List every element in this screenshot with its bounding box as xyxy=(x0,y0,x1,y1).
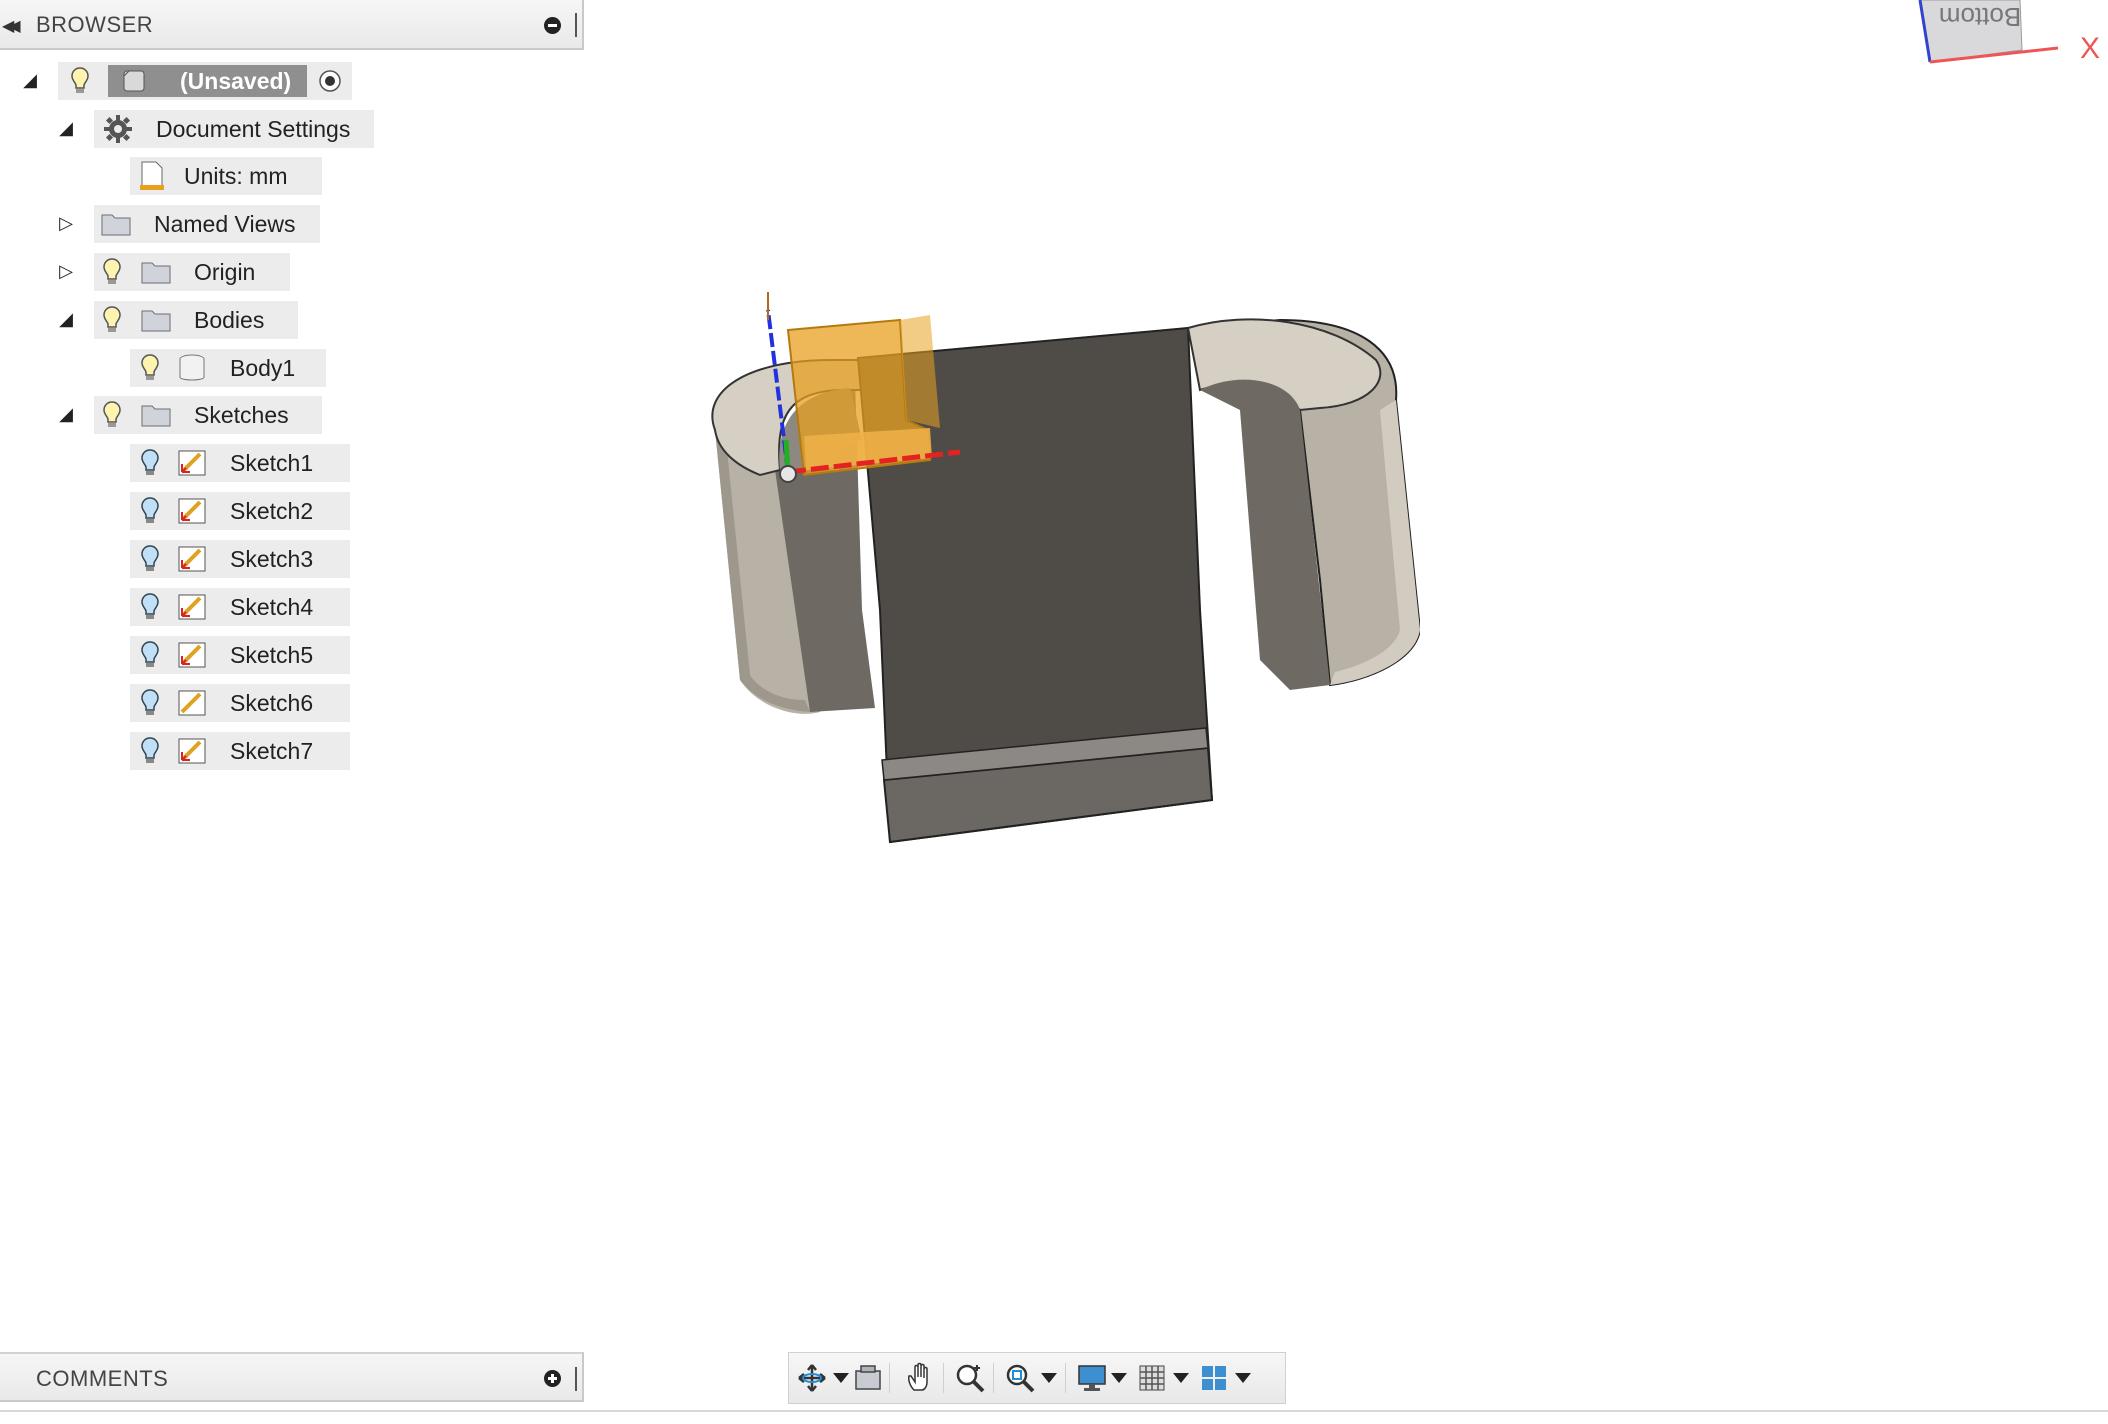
visibility-bulb-blue-icon[interactable] xyxy=(136,590,164,624)
tree-item-sketch[interactable]: Sketch1 xyxy=(130,444,350,482)
visibility-bulb-blue-icon[interactable] xyxy=(136,494,164,528)
tree-item-sketches[interactable]: Sketches xyxy=(94,396,322,434)
visibility-bulb-icon[interactable] xyxy=(66,64,94,98)
display-dropdown-caret[interactable] xyxy=(1111,1373,1127,1383)
visibility-bulb-icon[interactable] xyxy=(136,351,164,385)
visibility-bulb-icon[interactable] xyxy=(98,303,126,337)
tree-item-origin[interactable]: Origin xyxy=(94,253,290,291)
tree-item-document-settings[interactable]: Document Settings xyxy=(94,110,374,148)
tree-item-sketch[interactable]: Sketch2 xyxy=(130,492,350,530)
tree-item-label: Sketch6 xyxy=(230,689,314,716)
sketch-icon xyxy=(174,686,210,720)
root-name-block[interactable]: (Unsaved) xyxy=(108,64,308,98)
expand-toggle-document-settings[interactable]: ◢ xyxy=(56,118,76,138)
orbit-icon[interactable] xyxy=(795,1361,829,1395)
browser-title: BROWSER xyxy=(36,12,154,37)
root-label: (Unsaved) xyxy=(180,67,292,94)
tree-item-sketch[interactable]: Sketch4 xyxy=(130,588,350,626)
tree-item-named-views[interactable]: Named Views xyxy=(94,205,320,243)
toolbar-separator xyxy=(889,1363,890,1393)
tree-item-label: Bodies xyxy=(194,306,265,333)
toolbar-separator xyxy=(993,1363,994,1393)
tree-item-label: Sketches xyxy=(194,401,289,428)
tree-item-label: Units: mm xyxy=(184,162,288,189)
model-viewport[interactable] xyxy=(600,280,1422,880)
tree-item-label: Sketch3 xyxy=(230,545,314,572)
orbit-dropdown-caret[interactable] xyxy=(833,1373,849,1383)
tree-item-label: Sketch2 xyxy=(230,497,314,524)
collapse-panel-icon[interactable]: ◀◀ xyxy=(2,16,20,36)
folder-icon xyxy=(138,255,174,289)
zoom-dropdown-caret[interactable] xyxy=(1041,1373,1057,1383)
component-icon xyxy=(116,64,152,98)
tree-root-node[interactable]: (Unsaved) xyxy=(58,62,352,100)
gear-icon xyxy=(100,112,136,146)
tree-item-label: Document Settings xyxy=(156,115,351,142)
expand-comments-button[interactable] xyxy=(544,1370,561,1387)
expand-toggle-origin[interactable]: ▷ xyxy=(56,261,76,281)
expand-toggle-named-views[interactable]: ▷ xyxy=(56,213,76,233)
comments-panel: COMMENTS xyxy=(0,1352,584,1402)
viewcube-axis-x-label: X xyxy=(2080,32,2100,65)
fit-icon[interactable] xyxy=(1003,1361,1037,1395)
sketch-icon xyxy=(174,590,210,624)
tree-item-label: Origin xyxy=(194,258,256,285)
body-icon xyxy=(174,351,210,385)
grid-icon[interactable] xyxy=(1135,1361,1169,1395)
tree-item-label: Named Views xyxy=(154,210,296,237)
visibility-bulb-icon[interactable] xyxy=(98,255,126,289)
tree-item-sketch[interactable]: Sketch3 xyxy=(130,540,350,578)
tree-item-sketch[interactable]: Sketch5 xyxy=(130,636,350,674)
tree-item-body1[interactable]: Body1 xyxy=(130,349,326,387)
folder-icon xyxy=(138,398,174,432)
look-at-icon[interactable] xyxy=(851,1361,885,1395)
expand-toggle-bodies[interactable]: ◢ xyxy=(56,309,76,329)
tree-item-sketch[interactable]: Sketch7 xyxy=(130,732,350,770)
panel-resize-grip[interactable] xyxy=(575,13,577,37)
comments-title: COMMENTS xyxy=(36,1366,169,1391)
tree-item-label: Body1 xyxy=(230,354,296,381)
folder-icon xyxy=(98,207,134,241)
tree-item-bodies[interactable]: Bodies xyxy=(94,301,298,339)
sketch-icon xyxy=(174,542,210,576)
tree-item-label: Sketch5 xyxy=(230,641,314,668)
sketch-icon xyxy=(174,494,210,528)
visibility-bulb-blue-icon[interactable] xyxy=(136,446,164,480)
visibility-bulb-blue-icon[interactable] xyxy=(136,734,164,768)
tree-item-label: Sketch7 xyxy=(230,737,314,764)
pan-icon[interactable] xyxy=(903,1361,937,1395)
viewcube[interactable]: Bottom X xyxy=(1910,0,2100,72)
sketch-icon xyxy=(174,446,210,480)
status-divider xyxy=(0,1410,2108,1412)
tree-item-label: Sketch1 xyxy=(230,449,314,476)
zoom-icon[interactable] xyxy=(953,1361,987,1395)
tree-item-sketch[interactable]: Sketch6 xyxy=(130,684,350,722)
sketch-icon xyxy=(174,734,210,768)
activate-radio-icon[interactable] xyxy=(317,68,343,94)
viewcube-face-label: Bottom xyxy=(1939,2,2021,32)
grid-dropdown-caret[interactable] xyxy=(1173,1373,1189,1383)
visibility-bulb-blue-icon[interactable] xyxy=(136,542,164,576)
toolbar-separator xyxy=(943,1363,944,1393)
toolbar-separator xyxy=(1065,1363,1066,1393)
visibility-bulb-blue-icon[interactable] xyxy=(136,686,164,720)
display-settings-icon[interactable] xyxy=(1075,1361,1109,1395)
visibility-bulb-blue-icon[interactable] xyxy=(136,638,164,672)
tree-item-units[interactable]: Units: mm xyxy=(130,157,322,195)
visibility-bulb-icon[interactable] xyxy=(98,398,126,432)
collapse-browser-button[interactable] xyxy=(544,17,561,34)
expand-toggle-sketches[interactable]: ◢ xyxy=(56,404,76,424)
tree-item-label: Sketch4 xyxy=(230,593,314,620)
navigation-bar xyxy=(788,1352,1286,1404)
viewports-icon[interactable] xyxy=(1197,1361,1231,1395)
browser-header: ◀◀ BROWSER xyxy=(0,0,584,50)
expand-toggle-root[interactable]: ◢ xyxy=(20,70,40,90)
panel-resize-grip[interactable] xyxy=(575,1367,577,1391)
sketch-icon xyxy=(174,638,210,672)
document-units-icon xyxy=(134,159,170,193)
viewports-dropdown-caret[interactable] xyxy=(1235,1373,1251,1383)
folder-icon xyxy=(138,303,174,337)
